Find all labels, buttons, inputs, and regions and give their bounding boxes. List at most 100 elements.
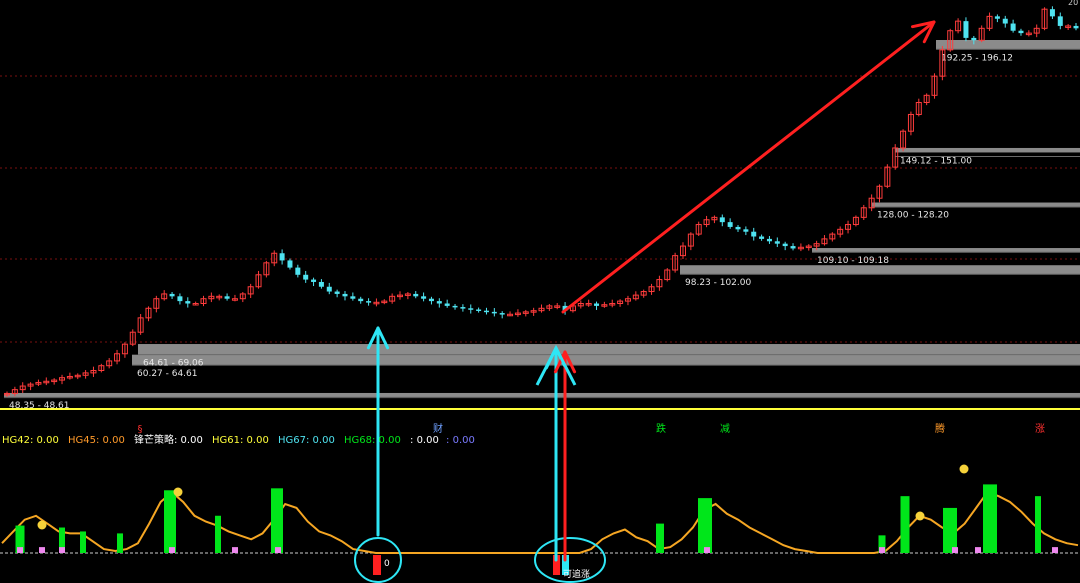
candle-body-down bbox=[1073, 25, 1079, 29]
indicator-hg68: HG68: 0.00 bbox=[344, 435, 401, 446]
candle-body-down bbox=[279, 253, 285, 261]
indicator-green-bar bbox=[698, 498, 712, 553]
candle-body-down bbox=[452, 305, 458, 308]
indicator-green-bar bbox=[80, 531, 86, 553]
candle-body-down bbox=[350, 296, 356, 299]
indicator-green-bar bbox=[900, 496, 910, 553]
candle-body-down bbox=[594, 303, 600, 306]
candle-body-down bbox=[421, 296, 427, 299]
candle-body-down bbox=[366, 301, 372, 303]
candle-body-down bbox=[326, 286, 332, 292]
level-band bbox=[812, 248, 1080, 253]
signal-mark: 减 bbox=[720, 423, 730, 435]
candle-body-down bbox=[303, 274, 309, 280]
smiley-icon bbox=[915, 511, 925, 521]
indicator-strategy: 锋芒策略: 0.00 bbox=[134, 435, 203, 446]
candle-body-down bbox=[1049, 9, 1055, 17]
indicator-green-bar bbox=[943, 507, 957, 553]
indicator-pink-bar bbox=[17, 547, 23, 553]
indicator-pink-bar bbox=[704, 547, 710, 553]
indicator-green-bar bbox=[164, 490, 176, 553]
level-label: 64.61 - 69.06 bbox=[143, 359, 204, 369]
indicator-hg67: HG67: 0.00 bbox=[278, 435, 335, 446]
level-band bbox=[895, 147, 1080, 153]
level-label: 149.12 - 151.00 bbox=[900, 156, 972, 166]
candle-body-down bbox=[1057, 16, 1063, 26]
indicator-values-bar: HG42: 0.00 HG45: 0.00 锋芒策略: 0.00 HG61: 0… bbox=[2, 434, 475, 448]
candle-body-down bbox=[735, 226, 741, 230]
candle-body-down bbox=[743, 229, 749, 232]
indicator-hg45: HG45: 0.00 bbox=[68, 435, 125, 446]
signal-red-bar bbox=[373, 555, 381, 575]
candlestick-chart: 48.35 - 48.6160.27 - 64.6164.61 - 69.069… bbox=[0, 0, 1080, 583]
level-label: 109.10 - 109.18 bbox=[817, 256, 889, 266]
candle-body-down bbox=[499, 313, 505, 315]
candle-body-down bbox=[963, 21, 969, 38]
candle-body-down bbox=[727, 222, 733, 227]
candle-body-down bbox=[468, 308, 474, 310]
candle-body-down bbox=[719, 217, 725, 223]
candle-body-down bbox=[460, 307, 466, 309]
indicator-hg61: HG61: 0.00 bbox=[212, 435, 269, 446]
chase-label: 可追涨 bbox=[563, 568, 590, 580]
signal-mark: 腾 bbox=[935, 422, 945, 435]
indicator-extra-2: : 0.00 bbox=[446, 435, 475, 446]
indicator-green-bar bbox=[656, 523, 664, 553]
indicator-pink-bar bbox=[952, 547, 958, 553]
candle-body-down bbox=[177, 296, 183, 302]
candle-body-down bbox=[428, 298, 434, 302]
candle-body-down bbox=[169, 293, 175, 297]
candle-body-down bbox=[1018, 30, 1024, 34]
level-label: 60.27 - 64.61 bbox=[137, 369, 198, 379]
level-label: 128.00 - 128.20 bbox=[877, 211, 949, 221]
candle-body-down bbox=[436, 301, 442, 304]
candle-body-down bbox=[185, 301, 191, 304]
candle-body-down bbox=[318, 281, 324, 287]
candle-body-down bbox=[413, 293, 419, 297]
smiley-icon bbox=[959, 464, 969, 474]
indicator-hg42: HG42: 0.00 bbox=[2, 435, 59, 446]
candle-body-down bbox=[476, 309, 482, 311]
candle-body-down bbox=[311, 279, 317, 282]
signal-zero-label: 0 bbox=[384, 559, 390, 569]
candle-body-down bbox=[295, 267, 301, 275]
indicator-green-bar bbox=[117, 533, 123, 553]
candle-body-down bbox=[287, 260, 293, 268]
candle-body-down bbox=[1002, 18, 1008, 24]
candle-body-down bbox=[491, 311, 497, 314]
smiley-icon bbox=[173, 487, 183, 497]
indicator-pink-bar bbox=[879, 547, 885, 553]
level-band bbox=[132, 354, 1080, 366]
indicator-extra-1: : 0.00 bbox=[410, 435, 439, 446]
level-label: 98.23 - 102.00 bbox=[685, 278, 751, 288]
smiley-icon bbox=[37, 520, 47, 530]
indicator-pink-bar bbox=[169, 547, 175, 553]
level-label: 192.25 - 196.12 bbox=[941, 53, 1013, 63]
candle-body-down bbox=[994, 16, 1000, 19]
candle-body-down bbox=[483, 310, 489, 313]
indicator-pink-bar bbox=[59, 547, 65, 553]
indicator-green-bar bbox=[271, 488, 283, 553]
indicator-green-bar bbox=[983, 484, 997, 553]
indicator-pink-bar bbox=[275, 547, 281, 553]
indicator-pink-bar bbox=[975, 547, 981, 553]
candle-body-down bbox=[766, 238, 772, 242]
level-band bbox=[936, 39, 1080, 50]
indicator-green-bar bbox=[215, 515, 221, 553]
candle-body-down bbox=[971, 37, 977, 41]
indicator-green-bar bbox=[1035, 496, 1041, 553]
chart-stage: 48.35 - 48.61 60.27 - 64.61 64.61 - 69.06 9… bbox=[0, 0, 1080, 583]
candle-body-down bbox=[774, 241, 780, 244]
level-band bbox=[4, 392, 1080, 397]
indicator-curve bbox=[1, 490, 1079, 554]
indicator-pink-bar bbox=[39, 547, 45, 553]
top-right-label: 20 bbox=[1068, 0, 1078, 7]
indicator-pink-bar bbox=[1052, 547, 1058, 553]
candle-body-down bbox=[342, 293, 348, 297]
candle-body-down bbox=[444, 303, 450, 306]
candle-body-down bbox=[751, 231, 757, 237]
candle-body-down bbox=[759, 236, 765, 239]
level-band bbox=[872, 202, 1080, 207]
level-band bbox=[680, 265, 1080, 275]
signal-mark: 跌 bbox=[656, 422, 666, 435]
